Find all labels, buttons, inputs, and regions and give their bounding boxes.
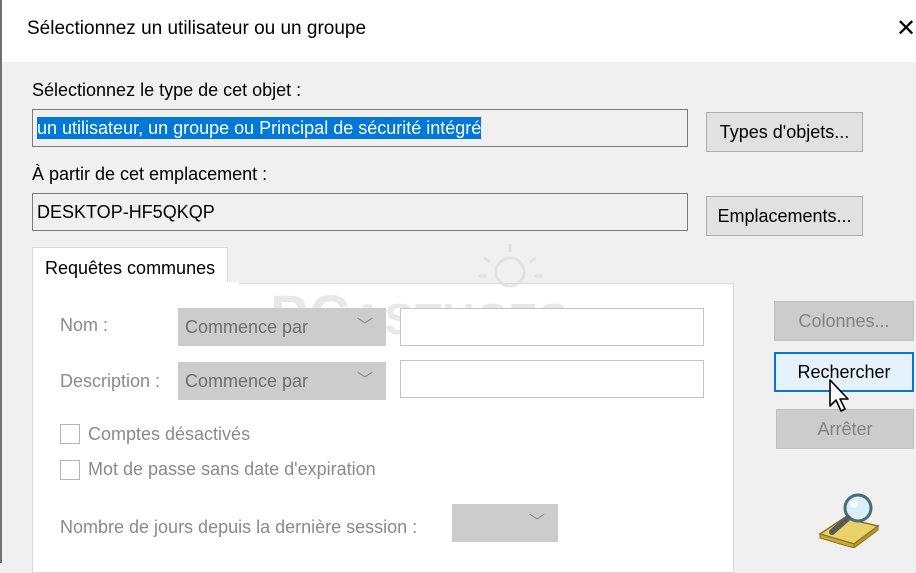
object-type-field: un utilisateur, un groupe ou Principal d… <box>32 109 688 147</box>
name-label: Nom : <box>60 315 109 335</box>
stop-button[interactable]: Arrêter <box>776 409 914 449</box>
window-border <box>0 0 2 563</box>
no-expiry-password-label: Mot de passe sans date d'expiration <box>88 459 376 479</box>
chevron-down-icon: ﹀ <box>356 372 373 389</box>
days-since-session-select[interactable]: ﹀ <box>452 504 558 542</box>
locations-button[interactable]: Emplacements... <box>706 196 863 236</box>
sun-icon <box>478 244 542 288</box>
location-label: À partir de cet emplacement : <box>32 164 268 184</box>
object-type-label: Sélectionnez le type de cet objet : <box>32 80 302 100</box>
tab-common-queries-label: Requêtes communes <box>45 258 216 278</box>
name-mode-value: Commence par <box>185 317 309 337</box>
tab-joiner <box>33 282 239 285</box>
search-magnifier-icon <box>818 493 880 548</box>
location-value: DESKTOP-HF5QKQP <box>37 202 215 222</box>
name-mode-select[interactable]: Commence par ﹀ <box>178 308 386 346</box>
name-input[interactable] <box>400 308 704 346</box>
chevron-down-icon: ﹀ <box>356 318 373 335</box>
dialog-title: Sélectionnez un utilisateur ou un groupe <box>27 18 367 39</box>
tab-common-queries[interactable]: Requêtes communes <box>32 247 229 285</box>
days-since-session-label: Nombre de jours depuis la dernière sessi… <box>60 517 418 537</box>
description-input[interactable] <box>400 360 704 398</box>
description-mode-select[interactable]: Commence par ﹀ <box>178 362 386 400</box>
object-types-button[interactable]: Types d'objets... <box>706 112 863 152</box>
mouse-cursor-icon <box>829 379 849 412</box>
chevron-down-icon: ﹀ <box>528 514 545 531</box>
location-field: DESKTOP-HF5QKQP <box>32 193 688 231</box>
no-expiry-password-checkbox[interactable] <box>60 460 80 480</box>
object-type-value: un utilisateur, un groupe ou Principal d… <box>37 117 482 139</box>
close-icon[interactable]: ✕ <box>896 14 916 43</box>
disabled-accounts-checkbox[interactable] <box>60 424 80 444</box>
description-label: Description : <box>60 371 161 391</box>
disabled-accounts-label: Comptes désactivés <box>88 424 251 444</box>
description-mode-value: Commence par <box>185 371 309 391</box>
columns-button[interactable]: Colonnes... <box>774 301 914 341</box>
